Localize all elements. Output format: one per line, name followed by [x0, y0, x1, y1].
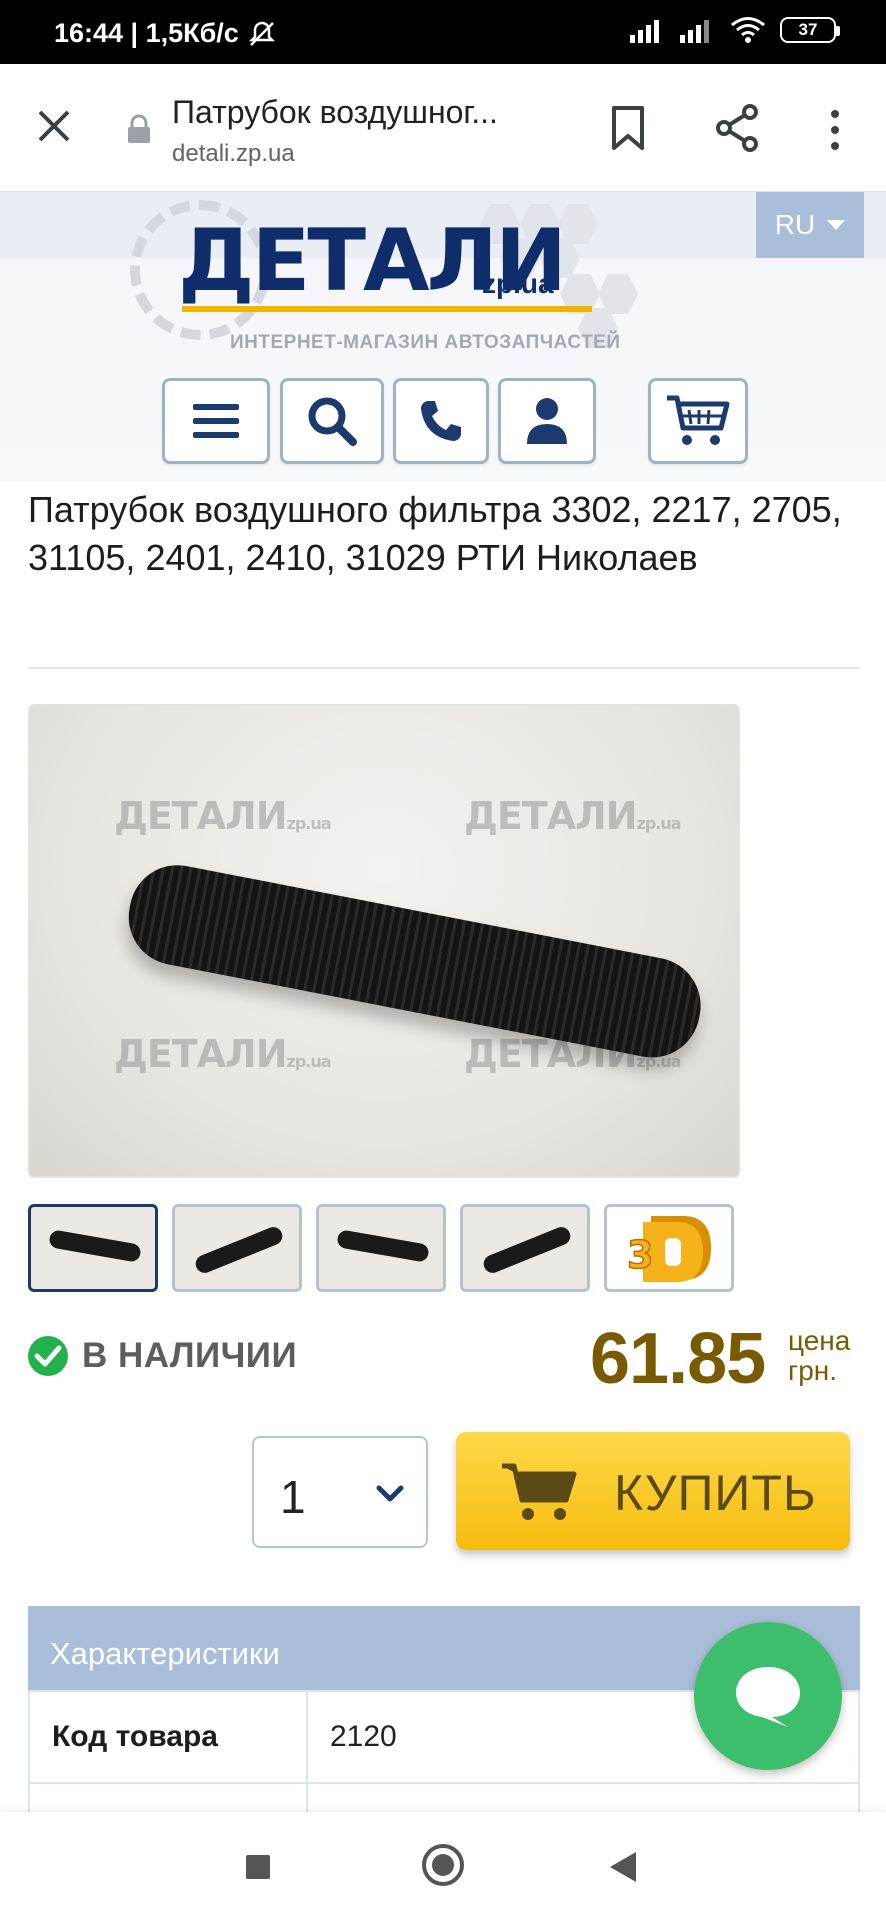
buy-button-label: КУПИТЬ	[614, 1465, 817, 1521]
chevron-down-icon	[827, 220, 846, 230]
system-nav-bar	[0, 1812, 886, 1920]
watermark: ДЕТАЛИzp.ua	[464, 794, 682, 838]
status-left: 16:44 | 1,5Кб/с	[54, 18, 277, 49]
menu-icon	[193, 404, 239, 438]
page-title[interactable]: Патрубок воздушног...	[172, 94, 562, 131]
watermark: ДЕТАЛИzp.ua	[114, 794, 332, 838]
availability-text: В НАЛИЧИИ	[82, 1336, 298, 1375]
check-icon	[28, 1336, 68, 1376]
thumbnail-strip: 3	[28, 1204, 734, 1292]
thumbnail-1[interactable]	[28, 1204, 158, 1292]
quantity-select[interactable]: 1	[252, 1436, 428, 1548]
status-bar: 16:44 | 1,5Кб/с 37	[0, 0, 886, 64]
signal-icon	[630, 20, 659, 43]
recent-apps-icon[interactable]	[246, 1855, 270, 1879]
status-right: 37	[630, 16, 840, 44]
buy-button[interactable]: КУПИТЬ	[456, 1432, 850, 1550]
thumbnail-3[interactable]	[316, 1204, 446, 1292]
watermark: ДЕТАЛИzp.ua	[114, 1032, 332, 1076]
url-host[interactable]: detali.zp.ua	[172, 140, 295, 168]
cart-icon	[502, 1463, 577, 1520]
chevron-down-icon	[376, 1485, 404, 1502]
thumb-hose	[480, 1224, 574, 1276]
lock-icon[interactable]	[126, 114, 152, 144]
back-icon[interactable]	[610, 1852, 636, 1882]
product-title: Патрубок воздушного фильтра 3302, 2217, …	[28, 489, 842, 578]
logo-underline	[182, 306, 592, 312]
cart-button[interactable]	[648, 378, 748, 464]
price-currency: грн.	[788, 1355, 838, 1386]
home-icon[interactable]	[422, 1844, 464, 1886]
wifi-icon	[731, 17, 765, 43]
thumb-hose	[48, 1229, 142, 1263]
thumbnail-2[interactable]	[172, 1204, 302, 1292]
battery-indicator: 37	[780, 17, 840, 43]
chat-icon	[736, 1667, 800, 1727]
logo-domain: zp.ua	[482, 268, 554, 299]
share-icon[interactable]	[714, 104, 760, 152]
close-icon[interactable]	[34, 106, 74, 146]
phone-button[interactable]	[393, 378, 489, 464]
availability: В НАЛИЧИИ	[28, 1336, 297, 1376]
language-label: RU	[774, 209, 816, 240]
site-header: ДЕТАЛИ zp.ua ИНТЕРНЕТ-МАГАЗИН АВТОЗАПЧАС…	[0, 192, 886, 482]
phone-icon	[421, 401, 461, 441]
price-unit: цена грн.	[788, 1326, 850, 1386]
3d-view-icon: 3	[626, 1216, 711, 1282]
site-logo[interactable]: ДЕТАЛИ zp.ua ИНТЕРНЕТ-МАГАЗИН АВТОЗАПЧАС…	[130, 192, 670, 362]
more-options-icon[interactable]	[820, 108, 850, 152]
account-button[interactable]	[498, 378, 596, 464]
spec-key: Код товара	[28, 1690, 308, 1784]
mute-icon	[248, 21, 275, 46]
quantity-value: 1	[280, 1471, 306, 1523]
search-button[interactable]	[280, 378, 384, 464]
thumbnail-3d[interactable]: 3	[604, 1204, 734, 1292]
logo-tagline: ИНТЕРНЕТ-МАГАЗИН АВТОЗАПЧАСТЕЙ	[230, 332, 621, 353]
browser-toolbar: Патрубок воздушног... detali.zp.ua	[0, 64, 886, 192]
title-divider	[28, 667, 860, 669]
chat-button[interactable]	[694, 1622, 842, 1770]
thumb-hose	[336, 1229, 430, 1263]
status-time-speed: 16:44 | 1,5Кб/с	[54, 18, 239, 48]
signal-icon-2	[680, 20, 709, 43]
svg-text:3: 3	[627, 1233, 653, 1277]
product-main-image[interactable]: ДЕТАЛИzp.ua ДЕТАЛИzp.ua ДЕТАЛИzp.ua ДЕТА…	[28, 704, 740, 1178]
bookmark-icon[interactable]	[608, 104, 648, 152]
price-value: 61.85	[590, 1319, 766, 1399]
language-selector[interactable]: RU	[756, 192, 864, 258]
menu-button[interactable]	[162, 378, 270, 464]
cart-icon	[667, 395, 730, 445]
price-unit-label: цена	[788, 1325, 851, 1356]
search-icon	[308, 397, 357, 446]
user-icon	[527, 398, 567, 444]
thumb-hose	[192, 1224, 286, 1276]
thumbnail-4[interactable]	[460, 1204, 590, 1292]
